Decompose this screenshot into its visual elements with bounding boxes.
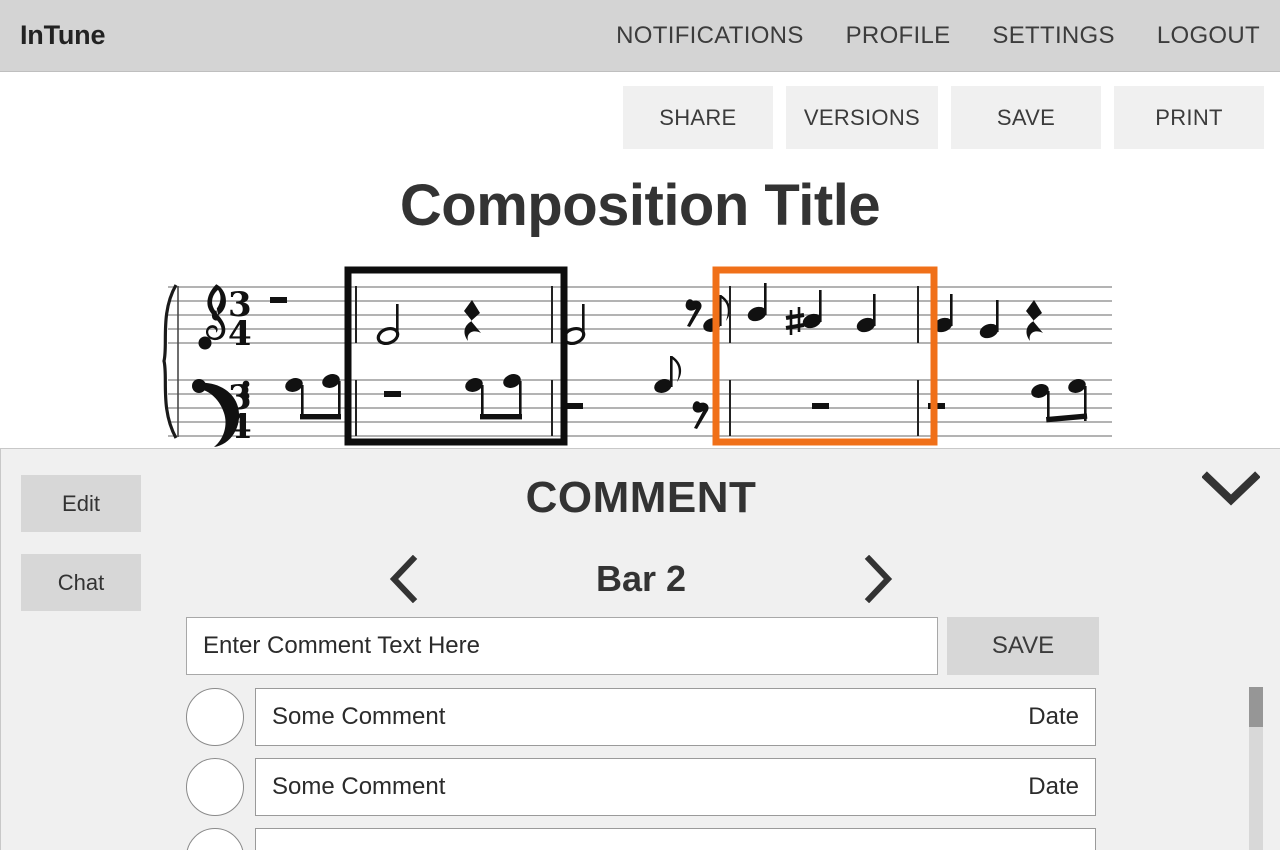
chevron-right-icon[interactable] [855,553,901,605]
save-button[interactable]: SAVE [951,86,1101,149]
top-header: InTune NOTIFICATIONS PROFILE SETTINGS LO… [0,0,1280,72]
avatar [186,688,244,746]
svg-text:4: 4 [228,314,252,354]
bar-navigation: Bar 2 [381,549,901,609]
comment-text: Some Comment [272,703,446,730]
comment-date: Date [1028,773,1079,800]
svg-text:4: 4 [228,407,252,447]
current-bar-label: Bar 2 [595,558,687,599]
nav-profile[interactable]: PROFILE [846,22,951,50]
main-nav: NOTIFICATIONS PROFILE SETTINGS LOGOUT [616,22,1280,50]
nav-settings[interactable]: SETTINGS [992,22,1114,50]
comment-list: Some Comment Date Some Comment Date [186,687,1096,850]
share-button[interactable]: SHARE [622,86,773,149]
comment-bubble[interactable]: Some Comment Date [255,688,1096,746]
sidebar-item-chat[interactable]: Chat [21,554,141,611]
nav-logout[interactable]: LOGOUT [1157,22,1260,50]
versions-button[interactable]: VERSIONS [785,86,938,149]
comment-input[interactable] [186,617,938,675]
comment-save-button[interactable]: SAVE [947,617,1099,675]
page-title: Composition Title [399,173,881,238]
comment-bubble[interactable]: Some Comment Date [255,758,1096,816]
chevron-left-icon[interactable] [381,553,427,605]
comment-date: Date [1028,703,1079,730]
app-root: InTune NOTIFICATIONS PROFILE SETTINGS LO… [0,0,1280,850]
document-toolbar: SHARE VERSIONS SAVE PRINT [622,86,1264,149]
panel-side-nav: Edit Chat [21,475,141,611]
scrollbar-thumb[interactable] [1249,687,1263,727]
comment-compose-row: SAVE [186,617,1099,675]
comment-list-scrollbar[interactable] [1249,687,1263,850]
app-logo: InTune [20,20,106,50]
avatar [186,828,244,850]
nav-notifications[interactable]: NOTIFICATIONS [616,22,803,50]
comment-bubble[interactable] [255,828,1096,850]
panel-title: COMMENT [525,473,757,522]
list-item[interactable]: Some Comment Date [186,757,1096,817]
print-button[interactable]: PRINT [1114,86,1264,149]
list-item[interactable]: Some Comment Date [186,687,1096,747]
comment-text: Some Comment [272,773,446,800]
sidebar-item-edit[interactable]: Edit [21,475,141,532]
list-item[interactable] [186,827,1096,850]
comment-panel: COMMENT Edit Chat Bar 2 SAVE [0,448,1280,850]
music-score[interactable]: 3 4 3 4 [0,255,1280,447]
avatar [186,758,244,816]
